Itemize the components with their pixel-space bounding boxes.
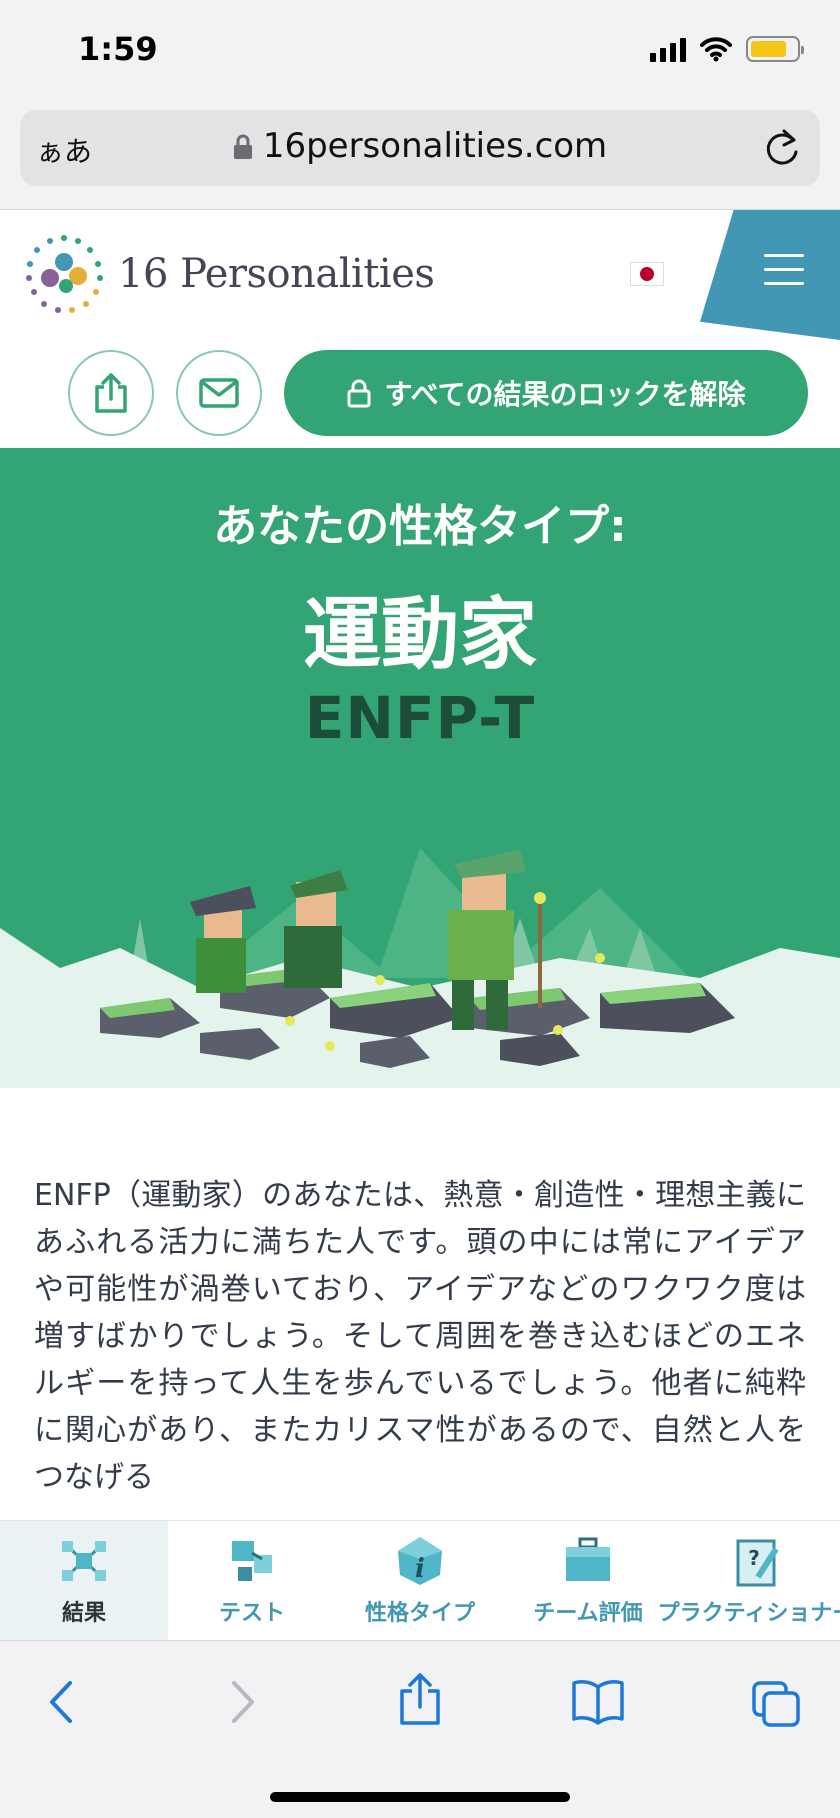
- email-button[interactable]: [176, 350, 262, 436]
- status-icons: [650, 36, 804, 62]
- unlock-results-button[interactable]: すべての結果のロックを解除: [284, 350, 808, 436]
- molecule-icon: [62, 1541, 106, 1581]
- tab-personality-types[interactable]: i 性格タイプ: [336, 1521, 504, 1641]
- personality-hero: あなたの性格タイプ: 運動家 ENFP-T: [0, 448, 840, 1088]
- campaigners-illustration: [0, 848, 840, 1088]
- home-indicator: [270, 1792, 570, 1802]
- tab-practitioners-label: プラクティショナー: [657, 1601, 840, 1626]
- svg-text:?: ?: [748, 1546, 760, 1570]
- tab-team-assessment-label: チーム評価: [533, 1601, 643, 1626]
- tab-results-label: 結果: [61, 1601, 106, 1626]
- personality-type-name: 運動家: [302, 590, 537, 680]
- lock-icon: [233, 134, 252, 159]
- status-bar: 1:59: [0, 0, 840, 104]
- padlock-icon: [347, 379, 371, 408]
- result-actions: すべての結果のロックを解除: [0, 346, 840, 448]
- type-description: ENFP（運動家）のあなたは、熱意・創造性・理想主義にあふれる活力に満ちた人です…: [34, 1178, 806, 1495]
- forward-icon[interactable]: [226, 1679, 260, 1725]
- cubes-icon: [232, 1541, 272, 1581]
- menu-button[interactable]: [700, 210, 840, 340]
- logo-dots-icon: [26, 235, 103, 313]
- tab-practitioners[interactable]: ? プラクティショナー: [658, 1521, 840, 1641]
- info-gem-icon: i: [398, 1537, 442, 1585]
- phone-screen: 1:59 ぁあ 16personalities.com 16 Personali…: [0, 0, 840, 1818]
- bottom-tab-nav: 結果 テスト i 性格タイプ チーム評価 ? プラクティショナー: [0, 1520, 840, 1641]
- status-time: 1:59: [78, 30, 158, 68]
- share-button[interactable]: [68, 350, 154, 436]
- tab-test-label: テスト: [218, 1601, 285, 1626]
- tab-team-assessment[interactable]: チーム評価: [504, 1521, 672, 1641]
- back-icon[interactable]: [44, 1679, 78, 1725]
- share-icon: [95, 373, 127, 413]
- personality-type-code: ENFP-T: [304, 684, 536, 752]
- reload-icon[interactable]: [762, 126, 802, 170]
- browser-address-area: ぁあ 16personalities.com: [0, 104, 840, 210]
- bookmarks-icon[interactable]: [570, 1679, 626, 1725]
- tab-results[interactable]: 結果: [0, 1521, 168, 1641]
- language-flag-icon[interactable]: [630, 262, 664, 286]
- logo-text: 16 Personalities: [118, 251, 435, 297]
- battery-icon: [746, 36, 804, 62]
- wifi-icon: [700, 37, 732, 62]
- site-header: 16 Personalities: [0, 210, 840, 346]
- envelope-icon: [199, 378, 239, 408]
- site-logo[interactable]: 16 Personalities: [22, 232, 435, 316]
- url-display[interactable]: 16personalities.com: [20, 126, 820, 166]
- url-domain: 16personalities.com: [262, 126, 608, 166]
- hamburger-icon: [764, 254, 804, 296]
- svg-text:i: i: [415, 1554, 425, 1584]
- clipboard-pen-icon: ?: [736, 1539, 779, 1587]
- cellular-signal-icon: [650, 36, 686, 62]
- unlock-label: すべての結果のロックを解除: [384, 378, 746, 411]
- tab-personality-types-label: 性格タイプ: [364, 1601, 475, 1626]
- hero-label: あなたの性格タイプ:: [213, 501, 627, 552]
- share-sheet-icon[interactable]: [396, 1671, 444, 1727]
- tabs-icon[interactable]: [750, 1679, 802, 1729]
- address-bar[interactable]: ぁあ 16personalities.com: [20, 110, 820, 186]
- briefcase-icon: [566, 1537, 610, 1581]
- tab-test[interactable]: テスト: [168, 1521, 336, 1641]
